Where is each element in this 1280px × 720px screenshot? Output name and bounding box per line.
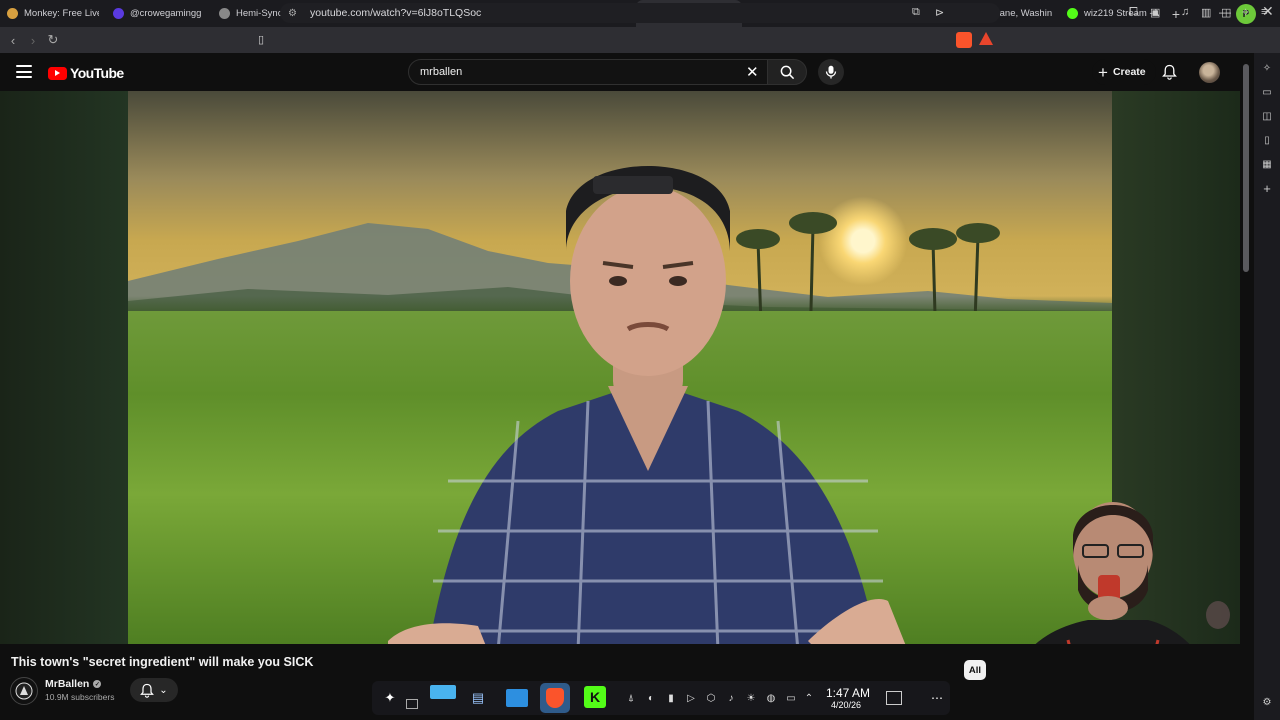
show-hidden-icons-icon[interactable]: ⌃ [802,691,816,705]
brave-shields-icon[interactable] [956,32,972,48]
bookmarks-sidebar-icon[interactable]: ▯ [1260,133,1274,147]
tab-favicon-icon [113,8,124,19]
scrollbar-thumb[interactable] [1243,64,1249,272]
open-external-icon[interactable]: ⧉ [912,6,920,19]
sidebar-toggle-icon[interactable]: ▥ [1201,6,1211,19]
notifications-bell-icon[interactable] [1162,64,1177,80]
subscribed-notifications-button[interactable]: ⌄ [130,678,178,702]
tab-favicon-icon [219,8,230,19]
verified-badge-icon: ✓ [93,680,102,688]
chevron-down-icon: ⌄ [159,684,168,696]
tab-title: Monkey: Free Live [24,8,99,19]
reload-icon[interactable]: ↻ [43,32,63,48]
video-title: This town's "secret ingredient" will mak… [11,655,314,669]
browser-side-panel: ✧ ▭ ◫ ▯ ▦ + ⚙ [1254,53,1280,720]
channel-name: MrBallen [45,678,90,690]
clear-search-icon[interactable]: ✕ [746,63,759,81]
extensions-icon[interactable]: ⧠ [1129,6,1138,19]
brave-rewards-icon[interactable] [979,32,993,45]
channel-name-row[interactable]: MrBallen ✓ [45,678,102,690]
media-icon[interactable]: ♫ [1181,6,1189,18]
search-input-value: mrballen [420,66,463,78]
forward-icon[interactable]: › [23,33,43,48]
notification-center-icon[interactable] [886,691,902,705]
browser-tab[interactable]: @crowegamingg [106,0,212,27]
kick-icon[interactable]: K [584,686,606,708]
brave-taskbar-button[interactable] [540,683,570,713]
address-bar-row: ‹ › ↻ [0,27,1280,53]
screenshot-icon[interactable]: ▣ [1150,6,1160,19]
snipping-tool-icon[interactable] [430,685,456,699]
sidebar-settings-icon[interactable]: ⚙ [1260,695,1274,709]
network-icon[interactable]: ▭ [784,691,798,705]
video-frame [128,91,1112,644]
taskbar-clock-time[interactable]: 1:47 AM [826,686,870,700]
filter-chip-all[interactable]: All [964,660,986,680]
microphone-icon [825,65,837,79]
site-info-icon[interactable]: ⚙ [288,8,302,19]
shield-icon[interactable]: ⬡ [704,691,718,705]
back-icon[interactable]: ‹ [3,33,23,48]
brave-browser-icon [546,688,564,708]
youtube-header: YouTube mrballen ✕ + Create [0,53,1240,91]
reading-mode-icon[interactable]: ▦ [1260,157,1274,171]
account-avatar[interactable] [1199,62,1220,83]
taskbar-clock-date[interactable]: 4/20/26 [831,700,861,710]
file-explorer-icon[interactable] [506,689,528,707]
add-sidebar-item-icon[interactable]: + [1260,181,1274,196]
subscription-bell-icon [140,683,155,698]
hamburger-menu-icon[interactable] [16,65,32,78]
reading-list-icon[interactable]: ▭ [1260,85,1274,99]
search-input[interactable]: mrballen [408,59,768,85]
tab-favicon-icon [7,8,18,19]
tray-arrow-icon[interactable]: ⍋ [624,691,638,705]
more-options-icon[interactable]: ⋯ [930,691,944,705]
leo-icon[interactable]: ✧ [1241,6,1250,19]
leo-ai-icon[interactable]: ✧ [1260,61,1274,75]
presenter-figure [388,166,906,644]
taskview-icon[interactable] [406,699,418,709]
brightness-icon[interactable]: ☀ [744,691,758,705]
wallet-icon[interactable]: ◫ [1221,6,1231,19]
url-text: youtube.com/watch?v=6lJ8oTLQSoc [310,7,482,19]
send-icon[interactable]: ⊳ [935,6,944,19]
create-button[interactable]: + Create [1092,59,1156,85]
widgets-icon[interactable]: ✦ [380,688,400,708]
youtube-logo[interactable]: YouTube [48,65,124,81]
video-ambient-left [0,91,128,644]
terminal-icon[interactable]: ▤ [468,688,488,708]
youtube-play-icon [48,66,67,80]
steam-icon[interactable]: ◐ [644,691,658,705]
menu-icon[interactable]: ≡ [1261,6,1267,18]
channel-avatar[interactable] [10,677,38,705]
tab-favicon-icon [1067,8,1078,19]
wallet-sidebar-icon[interactable]: ◫ [1260,109,1274,123]
bookmark-icon[interactable]: ▯ [258,33,264,46]
search-button[interactable] [767,59,807,85]
plus-icon: + [1098,62,1108,82]
voice-search-button[interactable] [818,59,844,85]
browser-tab[interactable]: Monkey: Free Live [0,0,106,27]
subscriber-count: 10.9M subscribers [45,692,115,702]
tab-title: @crowegamingg [130,8,202,19]
microphone-tray-icon[interactable]: ◍ [764,691,778,705]
media-player-icon[interactable]: ▷ [684,691,698,705]
search-icon [780,65,794,79]
volume-icon[interactable]: ♪ [724,691,738,705]
channel-logo-icon [15,682,33,700]
clipboard-icon[interactable]: ▮ [664,691,678,705]
tab-title: wiz219 Stream - V [1084,8,1159,19]
url-field[interactable]: ⚙ youtube.com/watch?v=6lJ8oTLQSoc [280,3,1000,23]
